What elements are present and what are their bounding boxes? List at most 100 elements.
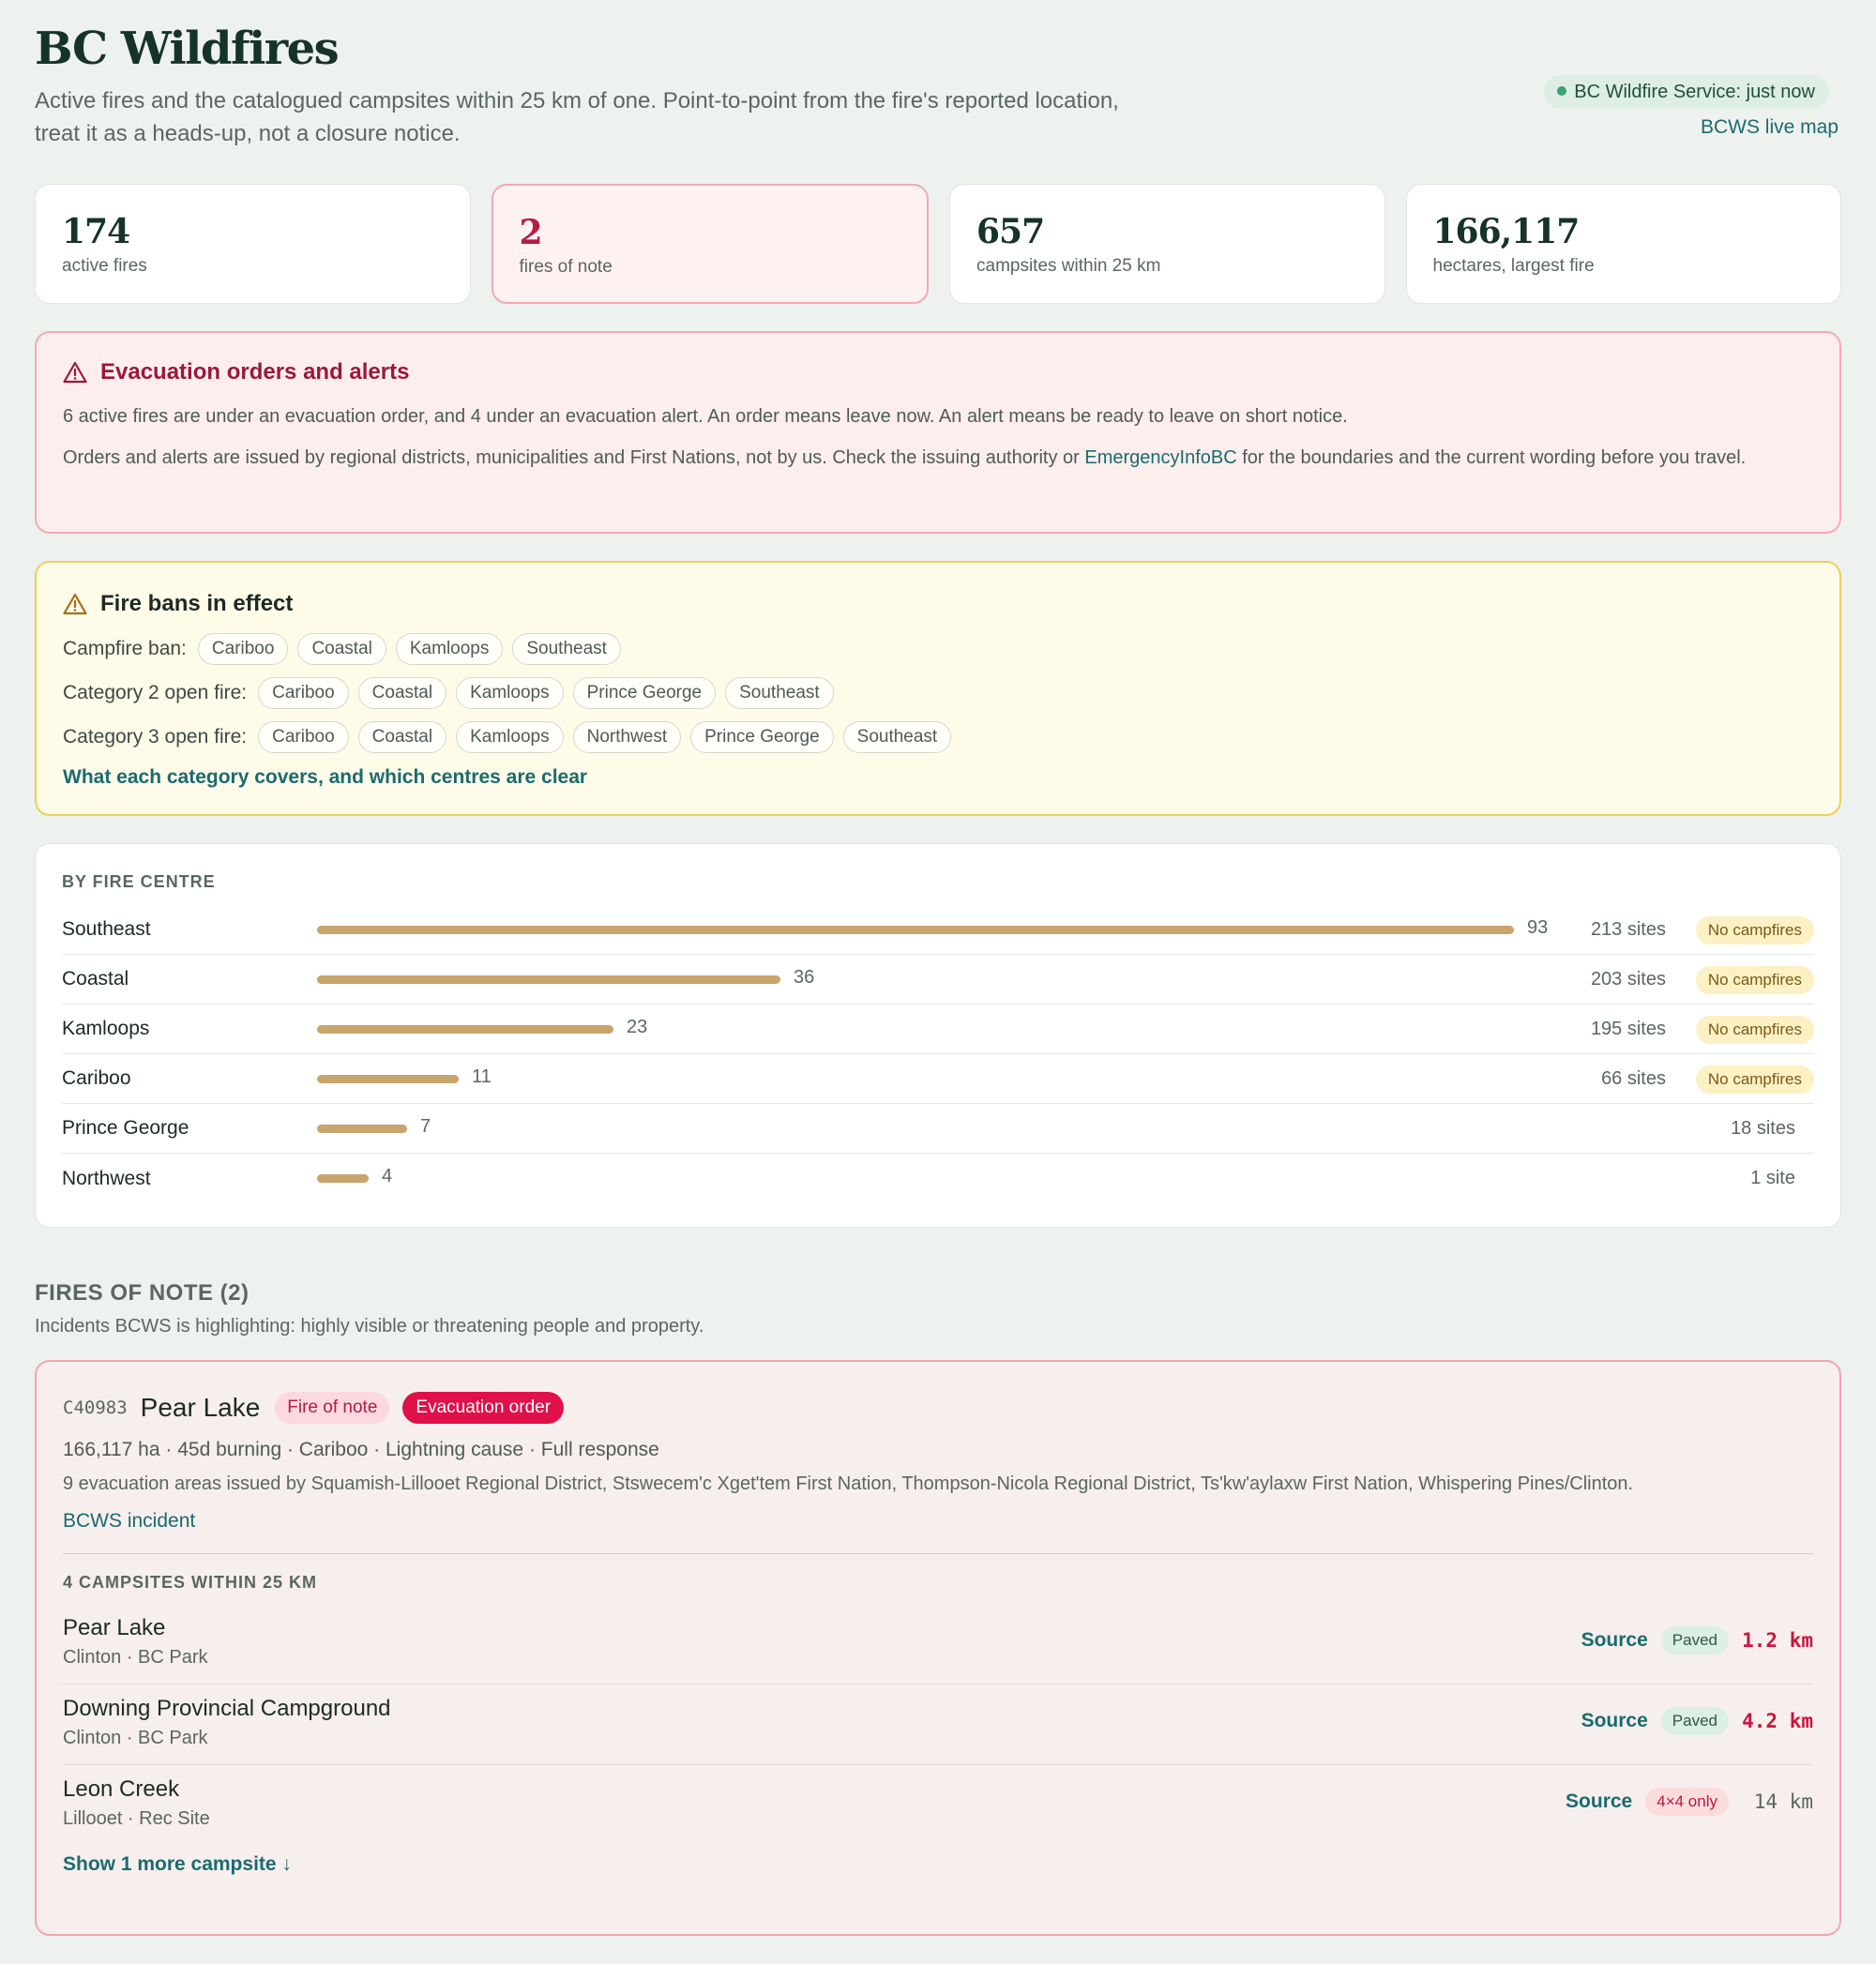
fire-centre-row[interactable]: Northwest 4 1 site [62, 1154, 1814, 1203]
evacuation-guidance: Orders and alerts are issued by regional… [63, 442, 1813, 474]
fire-centre-chip: Cariboo [197, 632, 289, 665]
stat-label: active fires [62, 256, 147, 276]
campsite-name: Downing Provincial Campground [63, 1696, 391, 1721]
fire-centre-chip: Coastal [357, 676, 447, 709]
fire-centre-row[interactable]: Kamloops 23 195 sites No campfires [62, 1005, 1814, 1054]
fire-centre-sites: 18 sites [1731, 1117, 1795, 1139]
emergencyinfobc-link[interactable]: EmergencyInfoBC [1084, 447, 1236, 468]
campsite-row[interactable]: Pear Lake Clinton · BC Park Source Paved 1.2… [63, 1604, 1813, 1685]
fire-centre-chip: Southeast [512, 632, 621, 665]
fire-count-bar [317, 1074, 459, 1083]
fire-centre-name: Prince George [62, 1117, 189, 1139]
campsite-source-link[interactable]: Source [1566, 1790, 1632, 1813]
stat-label: campsites within 25 km [976, 256, 1161, 276]
stat-active-fires: 174 active fires [35, 184, 471, 304]
fire-count-label: 23 [627, 1016, 648, 1037]
show-more-campsites-button[interactable]: Show 1 more campsite ↓ [63, 1853, 1813, 1876]
fire-evacuation-areas: 9 evacuation areas issued by Squamish-Li… [63, 1473, 1634, 1494]
fire-count-label: 7 [420, 1115, 431, 1137]
fire-count-label: 93 [1527, 916, 1549, 938]
fire-centre-row[interactable]: Southeast 93 213 sites No campfires [62, 905, 1814, 955]
campsite-list: Pear Lake Clinton · BC Park Source Paved 1.2… [63, 1604, 1813, 1846]
evacuation-heading-text: Evacuation orders and alerts [100, 359, 410, 385]
fire-centre-name: Coastal [62, 968, 129, 990]
no-campfires-badge: No campfires [1695, 1016, 1814, 1044]
fire-bans-heading-text: Fire bans in effect [100, 591, 294, 616]
fire-count-bar-track: 23 [317, 1005, 1536, 1054]
fire-meta: 166,117 ha · 45d burning · Cariboo · Lig… [63, 1439, 659, 1460]
fire-ban-label: Campfire ban: [63, 637, 187, 659]
fire-centre-chip: Southeast [725, 676, 834, 709]
fire-count-bar [317, 1124, 407, 1133]
fire-centre-chip: Kamloops [456, 720, 564, 753]
stat-largest-fire: 166,117 hectares, largest fire [1405, 184, 1841, 304]
no-campfires-badge: No campfires [1695, 1065, 1814, 1094]
fire-centre-chip: Kamloops [395, 632, 504, 665]
fire-ban-label: Category 2 open fire: [63, 681, 248, 703]
fires-of-note-subheading: Incidents BCWS is highlighting: highly v… [35, 1316, 704, 1337]
fire-count-bar [317, 1024, 613, 1034]
evacuation-summary: 6 active fires are under an evacuation o… [63, 406, 1348, 427]
campsite-distance: 14 km [1753, 1790, 1813, 1813]
fires-of-note-heading: FIRES OF NOTE (2) [35, 1280, 250, 1306]
campsite-location: Clinton · BC Park [63, 1728, 208, 1748]
status-badge: BC Wildfire Service: just now [1544, 75, 1829, 109]
campsite-source-link[interactable]: Source [1581, 1629, 1648, 1652]
fire-bans-heading: Fire bans in effect [63, 591, 1813, 617]
by-fire-centre-heading: BY FIRE CENTRE [62, 872, 216, 891]
evacuation-heading: Evacuation orders and alerts [63, 359, 1813, 385]
fire-ban-row: Campfire ban: Cariboo Coastal Kamloops South… [63, 632, 1813, 665]
fire-ban-categories-link[interactable]: What each category covers, and which cen… [63, 766, 1813, 789]
fire-ban-label: Category 3 open fire: [63, 725, 248, 748]
campsite-row[interactable]: Leon Creek Lillooet · Rec Site Source 4×4 o… [63, 1765, 1813, 1846]
campsite-distance: 4.2 km [1742, 1710, 1813, 1732]
fire-centre-sites: 203 sites [1590, 968, 1666, 990]
fire-centre-chip: Cariboo [258, 720, 349, 753]
fire-count-label: 11 [472, 1065, 492, 1087]
campsite-location: Lillooet · Rec Site [63, 1808, 210, 1829]
campsite-name: Leon Creek [63, 1776, 180, 1802]
fire-count-bar [317, 925, 1514, 934]
no-campfires-badge: No campfires [1695, 966, 1814, 994]
fire-centre-sites: 213 sites [1590, 918, 1666, 940]
fire-centre-list: Southeast 93 213 sites No campfires Coastal 3… [62, 905, 1814, 1203]
page-title: BC Wildfires [35, 23, 340, 75]
fire-centre-row[interactable]: Prince George 7 18 sites [62, 1104, 1814, 1154]
campsite-row[interactable]: Downing Provincial Campground Clinton · B… [63, 1685, 1813, 1765]
fire-name: Pear Lake [140, 1393, 261, 1422]
campsites-heading: 4 CAMPSITES WITHIN 25 KM [63, 1573, 318, 1592]
fire-count-bar-track: 4 [317, 1154, 1536, 1203]
fire-count-bar-track: 93 [317, 905, 1548, 955]
fire-centre-chip: Prince George [690, 720, 834, 753]
evacuation-order-badge: Evacuation order [402, 1392, 565, 1424]
fire-centre-row[interactable]: Cariboo 11 66 sites No campfires [62, 1054, 1814, 1104]
live-map-link[interactable]: BCWS live map [1701, 116, 1838, 139]
fire-centre-sites: 195 sites [1590, 1018, 1666, 1039]
fire-centre-name: Northwest [62, 1167, 151, 1189]
status-dot-icon [1557, 86, 1567, 96]
stat-value: 657 [976, 212, 1045, 251]
campsite-name: Pear Lake [63, 1615, 166, 1640]
fire-centre-row[interactable]: Coastal 36 203 sites No campfires [62, 955, 1814, 1005]
warning-icon [63, 593, 87, 615]
stat-value: 2 [519, 213, 543, 252]
fire-ban-row: Category 3 open fire: Cariboo Coastal Kamlo… [63, 720, 1813, 753]
fire-ban-rows: Campfire ban: Cariboo Coastal Kamloops South… [63, 632, 1813, 753]
stat-label: hectares, largest fire [1432, 256, 1595, 276]
fire-count-bar-track: 7 [317, 1104, 1536, 1154]
campsite-location: Clinton · BC Park [63, 1647, 208, 1668]
stats-row: 174 active fires 2 fires of note 657 cam… [35, 184, 1841, 304]
bcws-incident-link[interactable]: BCWS incident [63, 1510, 1813, 1533]
fires-of-note-header: FIRES OF NOTE (2) Incidents BCWS is high… [35, 1280, 1841, 1337]
fire-ban-row: Category 2 open fire: Cariboo Coastal Kamlo… [63, 676, 1813, 709]
stat-value: 166,117 [1432, 212, 1581, 251]
fire-centre-name: Cariboo [62, 1067, 131, 1089]
fire-count-bar-track: 11 [317, 1054, 1536, 1104]
status-text: BC Wildfire Service: just now [1574, 82, 1815, 102]
stat-value: 174 [62, 212, 130, 251]
campsite-source-link[interactable]: Source [1581, 1710, 1648, 1732]
fire-of-note-badge: Fire of note [275, 1392, 390, 1424]
divider [63, 1553, 1813, 1554]
warning-icon [63, 361, 87, 384]
campsite-details: Source Paved 4.2 km [1581, 1707, 1813, 1735]
